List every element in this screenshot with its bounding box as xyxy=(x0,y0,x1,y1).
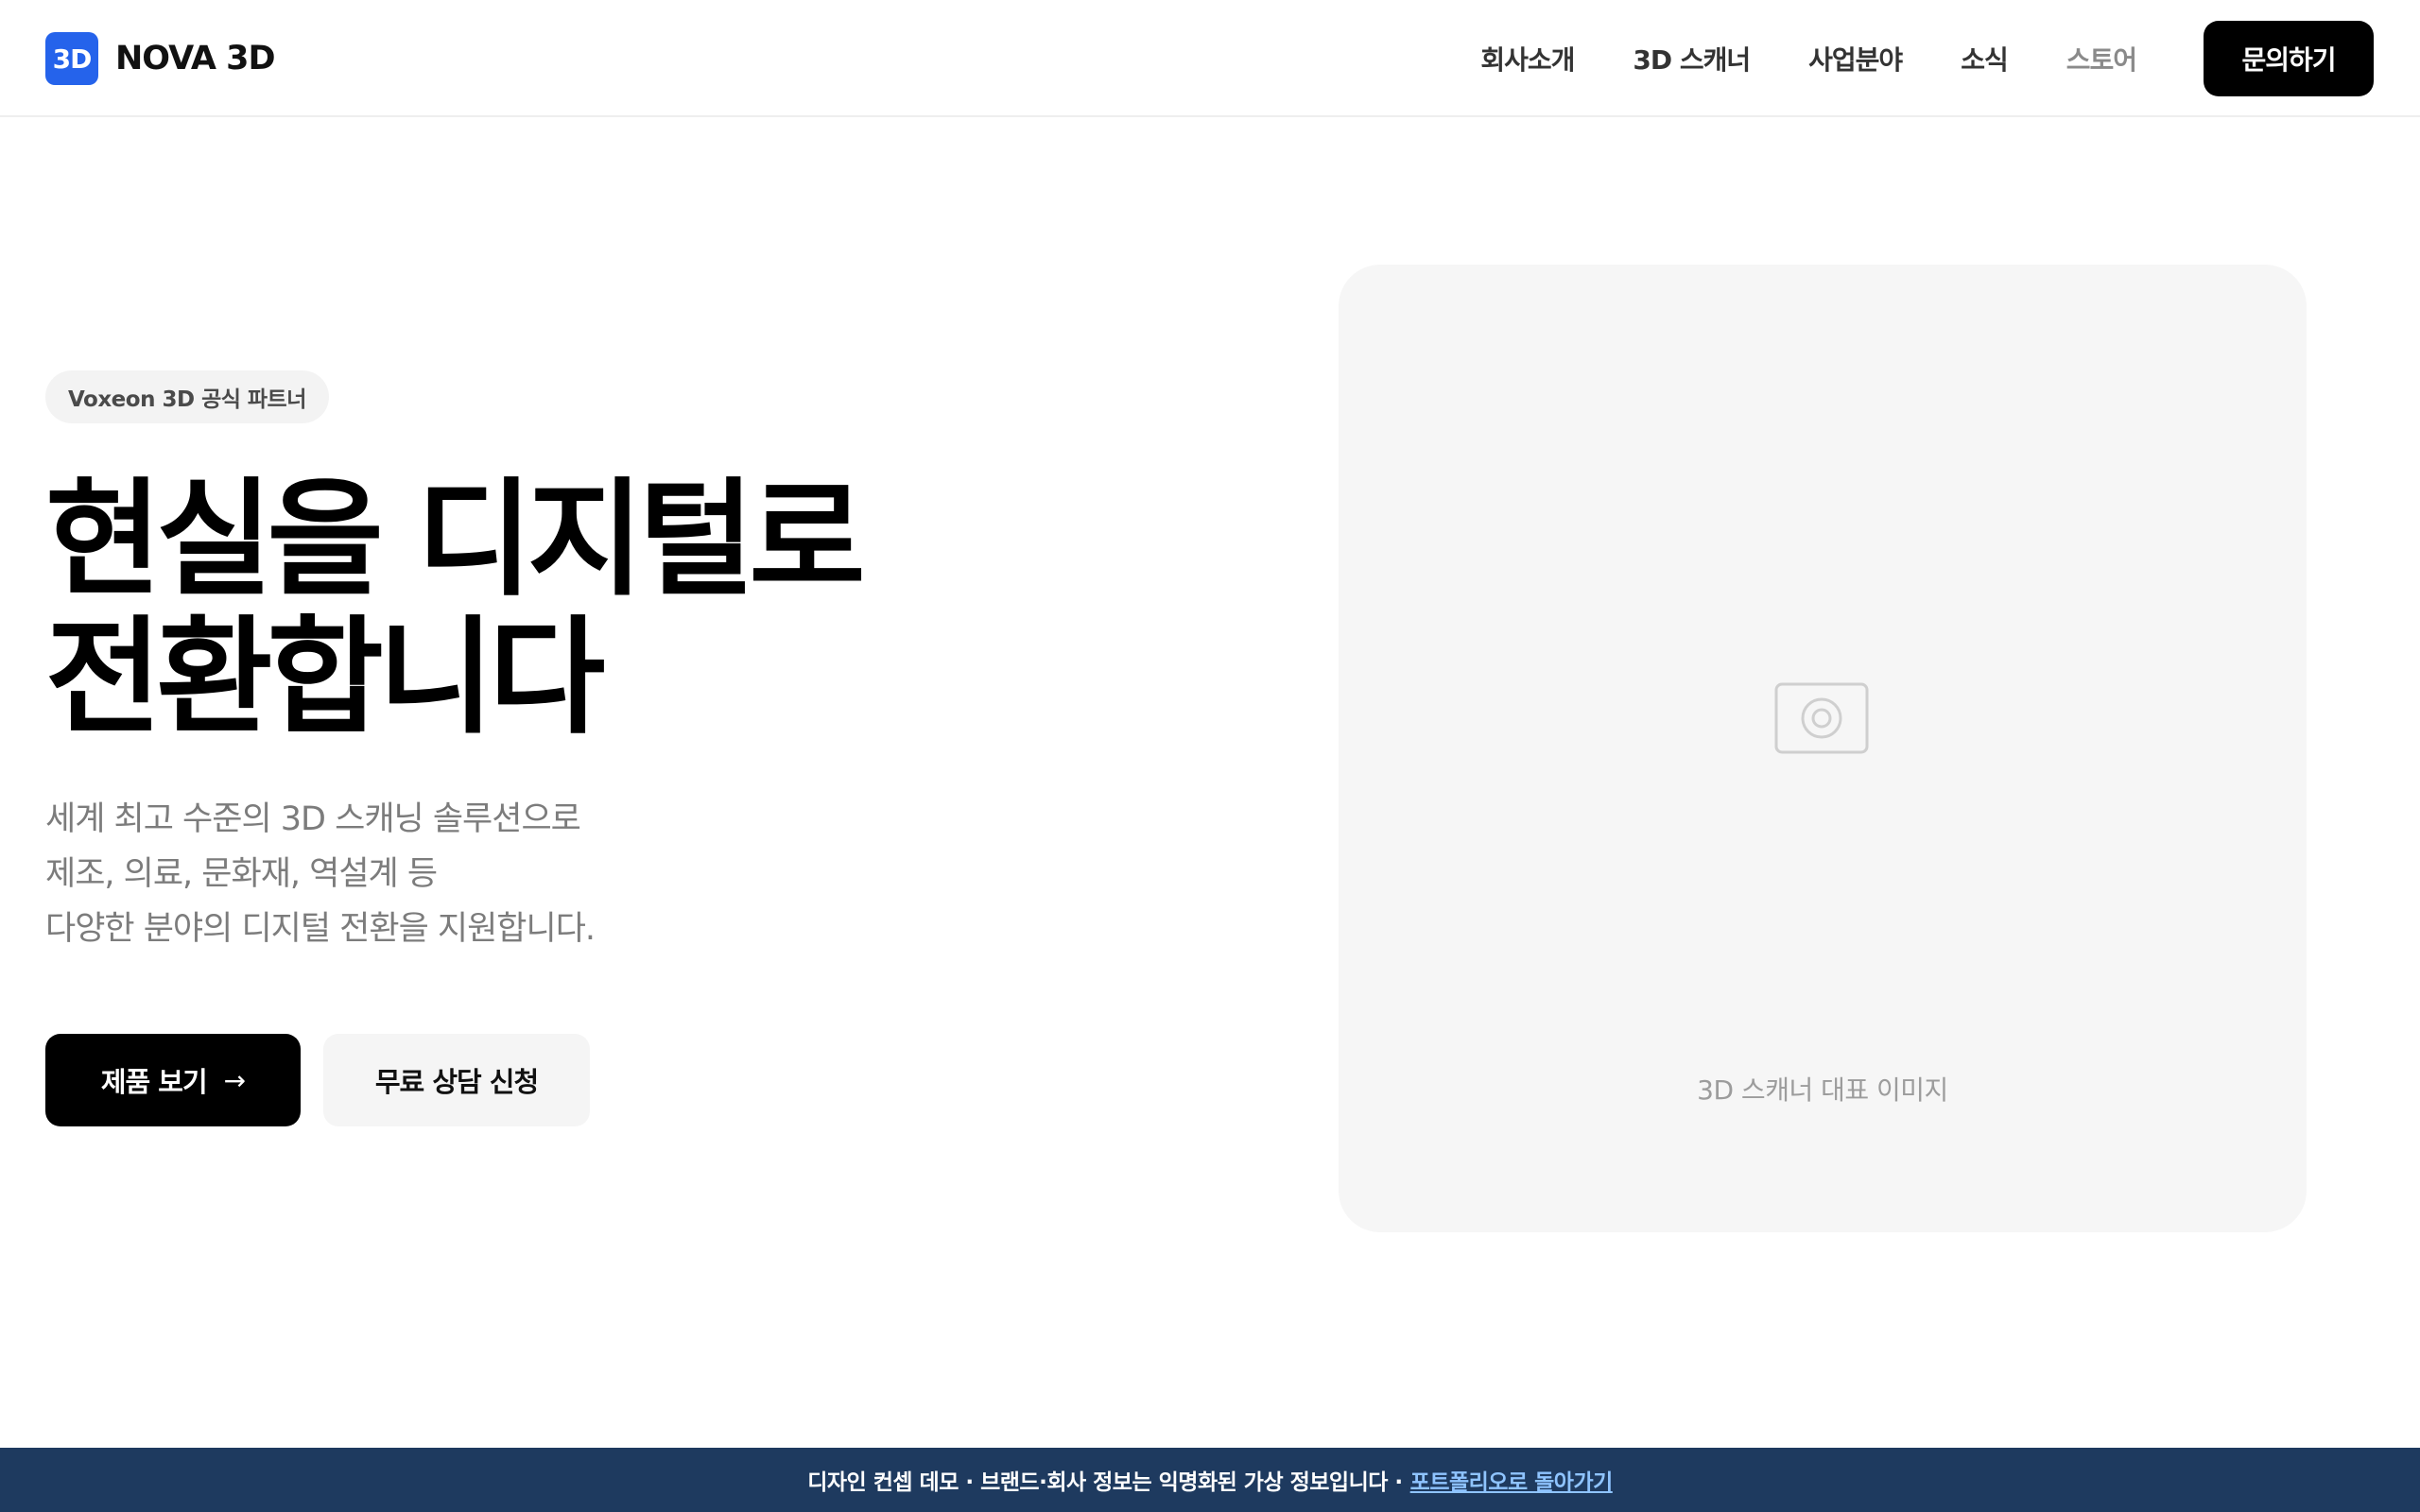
subcopy-line-1: 세계 최고 수준의 3D 스캐닝 솔루션으로 xyxy=(45,800,581,838)
view-products-label: 제품 보기 xyxy=(100,1066,208,1098)
hero-image-label: 3D 스캐너 대표 이미지 xyxy=(1697,1074,1948,1106)
nav-item-store[interactable]: 스토어 xyxy=(2066,40,2137,77)
headline-line-2: 전환합니다 xyxy=(45,604,605,751)
hero-headline: 현실을 디지털로 전환합니다 xyxy=(45,471,1085,747)
hero-image-placeholder: 3D 스캐너 대표 이미지 xyxy=(1339,265,2307,1232)
nav-item-news[interactable]: 소식 xyxy=(1961,40,2009,77)
site-header: 3D NOVA 3D 회사소개 3D 스캐너 사업분야 소식 스토어 문의하기 xyxy=(0,0,2420,117)
nav-item-3d-scanner[interactable]: 3D 스캐너 xyxy=(1633,40,1751,77)
nav-item-business[interactable]: 사업분야 xyxy=(1808,40,1903,77)
subcopy-line-2: 제조, 의료, 문화재, 역설계 등 xyxy=(45,855,438,893)
camera-icon xyxy=(1774,682,1869,754)
contact-button[interactable]: 문의하기 xyxy=(2204,21,2374,96)
arrow-right-icon: → xyxy=(223,1064,246,1096)
logo-link[interactable]: 3D NOVA 3D xyxy=(45,32,275,85)
logo-badge: 3D xyxy=(45,32,98,85)
demo-notice-text: 디자인 컨셉 데모 · 브랜드·회사 정보는 익명화된 가상 정보입니다 · xyxy=(807,1470,1403,1495)
subcopy-line-3: 다양한 분야의 디지털 전환을 지원합니다. xyxy=(45,910,596,948)
free-consultation-button[interactable]: 무료 상담 신청 xyxy=(323,1034,590,1126)
hero-subcopy: 세계 최고 수준의 3D 스캐닝 솔루션으로 제조, 의료, 문화재, 역설계 … xyxy=(45,792,896,956)
main-nav: 회사소개 3D 스캐너 사업분야 소식 스토어 xyxy=(1422,0,2137,117)
view-products-button[interactable]: 제품 보기 → xyxy=(45,1034,301,1126)
back-to-portfolio-link[interactable]: 포트폴리오로 돌아가기 xyxy=(1410,1464,1614,1496)
demo-notice-banner: 디자인 컨셉 데모 · 브랜드·회사 정보는 익명화된 가상 정보입니다 · 포… xyxy=(0,1448,2420,1512)
logo-text: NOVA 3D xyxy=(115,40,275,77)
nav-item-about[interactable]: 회사소개 xyxy=(1480,40,1575,77)
partner-badge: Voxeon 3D 공식 파트너 xyxy=(45,370,329,423)
headline-line-1: 현실을 디지털로 xyxy=(45,466,866,613)
